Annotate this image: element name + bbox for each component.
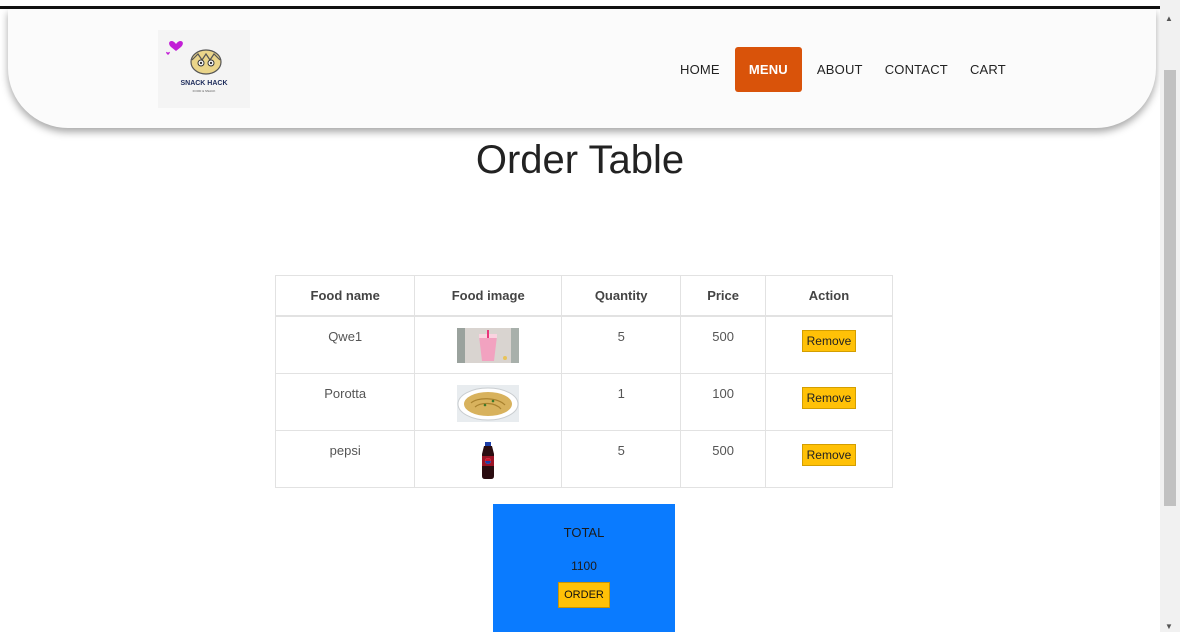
order-button[interactable]: ORDER bbox=[558, 582, 610, 608]
svg-text:SNACK HACK: SNACK HACK bbox=[180, 80, 227, 87]
nav-about[interactable]: ABOUT bbox=[806, 47, 874, 92]
order-table: Food name Food image Quantity Price Acti… bbox=[274, 275, 894, 488]
remove-button[interactable]: Remove bbox=[801, 330, 857, 352]
page-title: Order Table bbox=[475, 138, 685, 182]
remove-button[interactable]: Remove bbox=[801, 443, 857, 466]
quantity-cell: 5 bbox=[561, 429, 682, 488]
table-row: Qwe1 5 500 Remove bbox=[274, 315, 894, 374]
table-row: Porotta 1 100 Remove bbox=[274, 372, 894, 431]
header-price: Price bbox=[680, 275, 766, 317]
scroll-up-arrow-icon[interactable]: ▲ bbox=[1165, 14, 1173, 23]
food-image-cell bbox=[414, 429, 563, 488]
table-header-row: Food name Food image Quantity Price Acti… bbox=[274, 275, 894, 317]
scroll-down-arrow-icon[interactable]: ▼ bbox=[1165, 622, 1173, 631]
nav-menu[interactable]: MENU bbox=[734, 47, 802, 92]
main-nav: HOME MENU ABOUT CONTACT CART bbox=[669, 47, 1017, 92]
food-name-cell: pepsi bbox=[274, 429, 416, 488]
food-image-cell bbox=[414, 315, 563, 374]
food-image-cell bbox=[414, 372, 563, 431]
header-action: Action bbox=[764, 275, 894, 317]
table-row: pepsi 5 500 Remove bbox=[274, 429, 894, 488]
food-name-cell: Porotta bbox=[274, 372, 416, 431]
total-panel: TOTAL 1100 ORDER bbox=[493, 504, 675, 632]
quantity-cell: 1 bbox=[561, 372, 682, 431]
action-cell: Remove bbox=[764, 429, 894, 488]
nav-home[interactable]: HOME bbox=[669, 47, 731, 92]
logo[interactable]: SNACK HACK FOOD & SNACK bbox=[158, 30, 250, 108]
total-value: 1100 bbox=[571, 559, 597, 573]
top-border bbox=[0, 0, 1160, 9]
price-cell: 500 bbox=[680, 315, 766, 374]
nav-contact[interactable]: CONTACT bbox=[874, 47, 959, 92]
total-label: TOTAL bbox=[563, 525, 605, 540]
price-cell: 100 bbox=[680, 372, 766, 431]
action-cell: Remove bbox=[764, 315, 894, 374]
quantity-cell: 5 bbox=[561, 315, 682, 374]
price-cell: 500 bbox=[680, 429, 766, 488]
action-cell: Remove bbox=[764, 372, 894, 431]
header-food-image: Food image bbox=[414, 275, 563, 317]
svg-text:FOOD & SNACK: FOOD & SNACK bbox=[193, 89, 216, 93]
food-name-cell: Qwe1 bbox=[274, 315, 416, 374]
scrollbar[interactable]: ▲ ▼ bbox=[1160, 0, 1180, 632]
nav-cart[interactable]: CART bbox=[959, 47, 1017, 92]
remove-button[interactable]: Remove bbox=[801, 386, 857, 409]
header-food-name: Food name bbox=[274, 275, 416, 317]
scrollbar-thumb[interactable] bbox=[1164, 70, 1176, 506]
pepsi-bottle-image bbox=[482, 441, 495, 479]
pink-drink-image bbox=[457, 328, 520, 363]
navbar: SNACK HACK FOOD & SNACK HOME MENU ABOUT … bbox=[8, 9, 1156, 128]
porotta-plate-image bbox=[457, 384, 520, 422]
logo-icon: SNACK HACK FOOD & SNACK bbox=[166, 40, 228, 93]
header-quantity: Quantity bbox=[561, 275, 682, 317]
